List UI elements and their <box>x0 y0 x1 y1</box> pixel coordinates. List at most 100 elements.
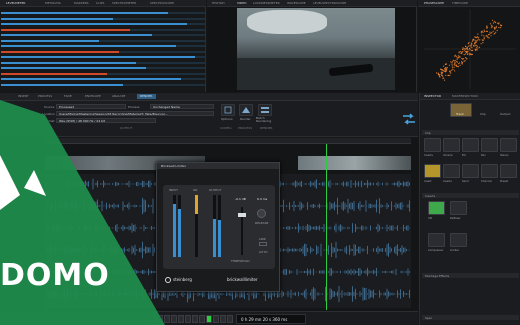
spec-section-header[interactable]: Spec <box>422 315 519 320</box>
level-meter-row <box>1 83 205 86</box>
link-toggle[interactable] <box>259 242 267 246</box>
phase-point <box>473 45 475 47</box>
phase-point <box>465 46 467 48</box>
transport-button[interactable] <box>199 315 205 323</box>
gr-meter-fill <box>195 195 198 214</box>
phase-point <box>478 46 481 48</box>
phase-point <box>472 39 474 41</box>
transfer-arrows-icon[interactable] <box>402 112 416 126</box>
phase-point <box>463 54 465 56</box>
clip-cell[interactable] <box>481 138 498 152</box>
tab-spectroscope[interactable]: SPECTROSCOPE <box>150 1 174 6</box>
phase-point <box>451 65 453 67</box>
render-button[interactable] <box>239 104 253 116</box>
insert-slot[interactable] <box>450 201 467 215</box>
tab-process[interactable]: PROCESS <box>38 94 52 99</box>
tab-metadata[interactable]: METADATA <box>45 1 61 6</box>
insert-slot[interactable] <box>428 233 445 247</box>
transport-button[interactable] <box>227 315 233 323</box>
input-meter-fill <box>173 204 176 257</box>
phase-point <box>491 24 493 26</box>
phase-point <box>476 44 478 46</box>
phase-point <box>465 48 467 50</box>
tab-markers[interactable]: MARKERS <box>74 1 89 6</box>
phase-point <box>486 27 488 29</box>
playhead-cursor[interactable] <box>326 144 327 310</box>
clip-section-header[interactable]: Clip <box>422 130 519 135</box>
transport-button[interactable] <box>213 315 219 323</box>
tab-wavescope[interactable]: WAVESCOPE <box>287 1 306 6</box>
threshold-slider[interactable] <box>238 207 246 255</box>
phase-point <box>474 43 476 45</box>
clip-cell[interactable] <box>424 138 441 152</box>
tab-loudnessmeter[interactable]: LOUDNESSMETER <box>253 1 280 6</box>
transport-button[interactable] <box>185 315 191 323</box>
clip-cell[interactable] <box>462 164 479 178</box>
transport-button[interactable] <box>206 315 212 323</box>
tab-insert[interactable]: INSERT <box>18 94 29 99</box>
level-meter-fill <box>1 83 124 86</box>
clip-cell[interactable] <box>443 164 460 178</box>
clip-cell[interactable] <box>481 164 498 178</box>
tab-levelmeter[interactable]: LEVELMETER <box>6 1 25 6</box>
release-knob[interactable] <box>257 209 266 218</box>
phase-point <box>454 59 456 62</box>
clip-cell[interactable] <box>424 164 441 178</box>
clip-cell[interactable] <box>462 138 479 152</box>
phase-point <box>461 61 464 64</box>
spec-section-label: Spec <box>425 316 433 320</box>
montage-effects-header[interactable]: Montage Effects <box>422 273 519 278</box>
insert-slot-label: DeEsser <box>450 217 461 220</box>
phase-point <box>457 66 460 68</box>
tab-fade[interactable]: FADE <box>64 94 72 99</box>
phase-point <box>474 39 476 41</box>
phase-point <box>460 51 462 53</box>
transport-button[interactable] <box>178 315 184 323</box>
tab-envelope[interactable]: ENVELOPE <box>85 94 101 99</box>
phase-point <box>449 70 451 72</box>
tab-history[interactable]: HISTORY <box>212 1 225 6</box>
phase-point <box>493 20 496 22</box>
phase-point <box>445 63 447 65</box>
phase-point <box>468 42 470 44</box>
options-button[interactable] <box>221 104 235 116</box>
inserts-section-header[interactable]: Inserts <box>422 193 519 198</box>
video-frame <box>237 8 395 90</box>
tab-video[interactable]: VIDEO <box>237 1 247 6</box>
clip-cell[interactable] <box>500 164 517 178</box>
level-meter-fill <box>1 17 114 20</box>
clip-cell[interactable] <box>500 138 517 152</box>
phase-point <box>454 55 456 57</box>
plugin-titlebar[interactable]: Brickwall Limiter <box>157 163 279 169</box>
phase-point <box>461 61 463 63</box>
transport-button[interactable] <box>192 315 198 323</box>
tab-mastersection[interactable]: MASTERSECTION <box>452 94 478 99</box>
tab-spectrometer[interactable]: SPECTROMETER <box>112 1 136 6</box>
time-display[interactable]: 0 h 29 mn 20 s 360 ms <box>236 314 306 324</box>
transport-button[interactable] <box>171 315 177 323</box>
batch-rendering-label: Batch Rendering <box>256 116 272 123</box>
tab-inspector[interactable]: INSPECTOR <box>424 94 441 99</box>
input-meter-r-fill <box>178 208 181 257</box>
phase-point <box>481 34 483 36</box>
tab-timecode[interactable]: TIMECODE <box>452 1 468 6</box>
clip-cell-label: Send <box>462 180 469 183</box>
clip-cell-label: Preset <box>500 180 509 183</box>
level-meter-row <box>1 61 205 64</box>
threshold-handle[interactable] <box>238 213 246 217</box>
output-top-label: Output <box>500 112 511 116</box>
transport-button[interactable] <box>220 315 226 323</box>
phase-point <box>480 32 482 34</box>
insert-slot[interactable] <box>450 233 467 247</box>
tab-levelspectroscope[interactable]: LEVELSPECTROSCOPE <box>313 1 346 6</box>
tab-clips[interactable]: CLIPS <box>96 1 104 6</box>
tab-analyze[interactable]: ANALYZE <box>112 94 125 99</box>
phase-point <box>471 42 473 44</box>
insert-slot[interactable] <box>428 201 445 215</box>
phase-point <box>465 53 467 55</box>
batch-rendering-button[interactable] <box>258 104 272 116</box>
tab-render[interactable]: RENDER <box>137 94 156 99</box>
phase-point <box>475 47 477 49</box>
clip-cell[interactable] <box>443 138 460 152</box>
tab-phasescope[interactable]: PHASESCOPE <box>424 1 444 6</box>
